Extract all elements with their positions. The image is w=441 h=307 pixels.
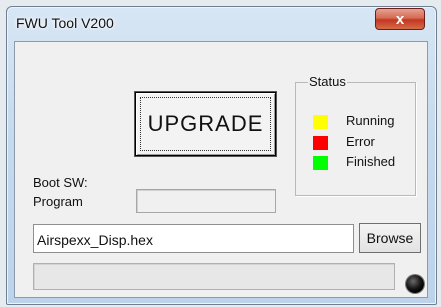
client-area: UPGRADE Status Running Error Finished Bo… <box>14 41 428 298</box>
finished-swatch <box>313 156 328 170</box>
upgrade-button[interactable]: UPGRADE <box>135 92 276 156</box>
legend-label-error: Error <box>346 134 375 149</box>
window-title: FWU Tool V200 <box>16 15 114 31</box>
boot-sw-label: Boot SW: <box>33 175 88 190</box>
running-swatch <box>313 115 328 129</box>
progress-bar <box>33 263 395 290</box>
title-bar[interactable]: FWU Tool V200 x <box>7 7 436 41</box>
legend-label-running: Running <box>346 113 395 128</box>
program-field <box>136 189 276 213</box>
error-swatch <box>313 136 328 150</box>
status-caption: Status <box>308 74 347 89</box>
legend-label-finished: Finished <box>346 154 396 169</box>
program-label: Program <box>33 194 83 209</box>
indicator-led-icon <box>406 275 424 293</box>
browse-button[interactable]: Browse <box>359 223 421 253</box>
app-window: FWU Tool V200 x UPGRADE Status Running E… <box>6 6 437 305</box>
status-group: Status Running Error Finished <box>295 74 416 196</box>
close-button[interactable]: x <box>375 8 425 30</box>
file-path-input[interactable] <box>33 224 354 253</box>
